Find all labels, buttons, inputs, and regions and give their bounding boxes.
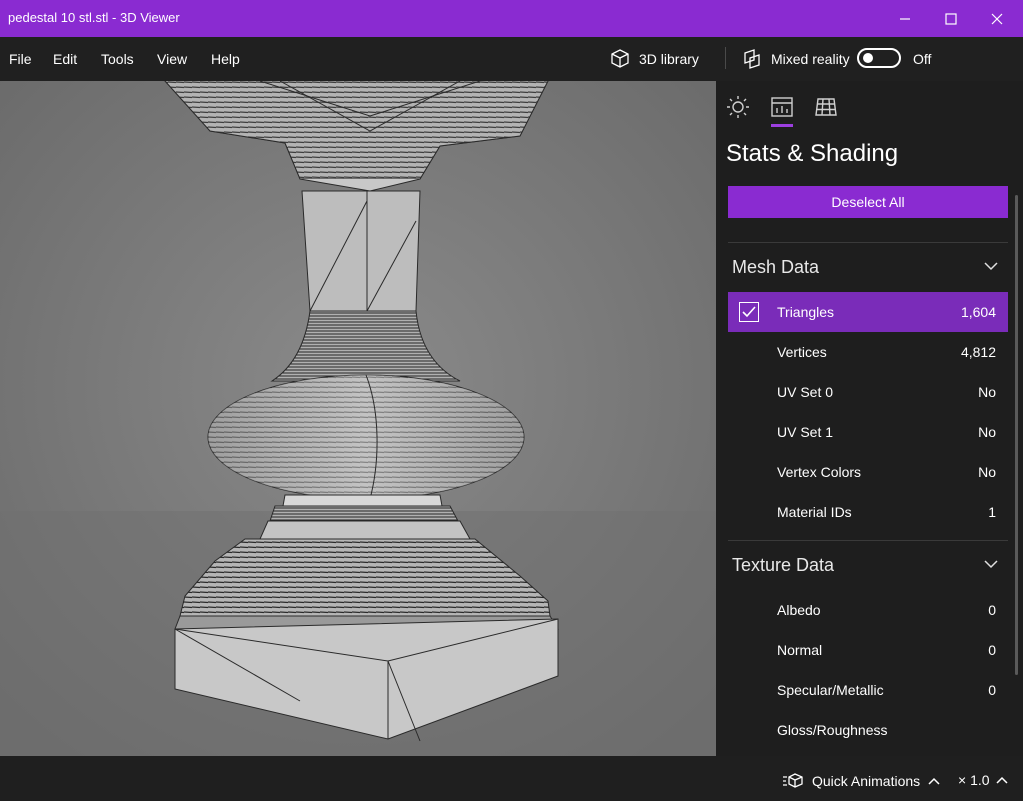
row-uv-set-1[interactable]: UV Set 1 No: [728, 412, 1008, 452]
row-normal[interactable]: Normal 0: [728, 630, 1008, 670]
menu-separator: [725, 47, 726, 69]
mixed-reality-button[interactable]: Mixed reality: [741, 45, 850, 73]
close-icon: [991, 13, 1003, 24]
row-value: 0: [988, 602, 996, 618]
menu-bar: File Edit Tools View Help 3D library Mix…: [0, 37, 1023, 81]
3d-library-label: 3D library: [639, 51, 699, 67]
animation-speed-label: × 1.0: [958, 772, 990, 788]
minimize-icon: [900, 17, 910, 20]
menu-help[interactable]: Help: [211, 51, 240, 67]
maximize-button[interactable]: [928, 0, 974, 37]
menu-view[interactable]: View: [157, 51, 187, 67]
row-value: No: [978, 464, 996, 480]
row-vertices[interactable]: Vertices 4,812: [728, 332, 1008, 372]
lighting-icon: [727, 96, 749, 118]
grid-icon: [815, 98, 837, 116]
mesh-data-title: Mesh Data: [732, 257, 820, 277]
row-triangles[interactable]: Triangles 1,604: [728, 292, 1008, 332]
tab-grid[interactable]: [814, 95, 838, 119]
toggle-state-label: Off: [913, 51, 932, 67]
triangles-checkbox[interactable]: [739, 302, 759, 322]
row-uv-set-0[interactable]: UV Set 0 No: [728, 372, 1008, 412]
cube-icon: [611, 49, 629, 68]
stats-icon: [771, 97, 793, 117]
chevron-down-icon: [984, 262, 998, 271]
section-divider: [728, 540, 1008, 541]
row-value: No: [978, 384, 996, 400]
row-name: Material IDs: [777, 504, 852, 520]
menu-tools[interactable]: Tools: [101, 51, 134, 67]
tab-lighting[interactable]: [726, 95, 750, 119]
checkmark-icon: [742, 306, 756, 318]
status-bar: Quick Animations × 1.0: [0, 756, 1023, 801]
title-bar: pedestal 10 stl.stl - 3D Viewer: [0, 0, 1023, 37]
row-value: 4,812: [960, 344, 996, 360]
window-title: pedestal 10 stl.stl - 3D Viewer: [8, 10, 180, 25]
mixed-reality-icon: [744, 49, 760, 69]
minimize-button[interactable]: [882, 0, 928, 37]
row-name: Specular/Metallic: [777, 682, 884, 698]
row-value: 1,604: [960, 304, 996, 320]
row-name: Vertices: [777, 344, 827, 360]
chevron-up-icon: [996, 776, 1008, 784]
pedestal-model: [0, 81, 716, 756]
animation-speed-button[interactable]: × 1.0: [958, 772, 1008, 788]
section-divider: [728, 242, 1008, 243]
mixed-reality-toggle[interactable]: [857, 48, 901, 68]
3d-viewport[interactable]: [0, 81, 716, 756]
close-button[interactable]: [974, 0, 1020, 37]
animation-icon: [783, 773, 803, 788]
maximize-icon: [945, 12, 957, 25]
quick-animations-button[interactable]: Quick Animations: [782, 772, 940, 790]
row-vertex-colors[interactable]: Vertex Colors No: [728, 452, 1008, 492]
stats-shading-panel: Stats & Shading Deselect All Mesh Data T…: [716, 81, 1023, 756]
3d-library-button[interactable]: 3D library: [609, 45, 699, 73]
menu-edit[interactable]: Edit: [53, 51, 77, 67]
row-name: Gloss/Roughness: [777, 722, 888, 738]
row-name: Triangles: [777, 304, 835, 320]
mixed-reality-label: Mixed reality: [771, 51, 850, 67]
quick-animations-label: Quick Animations: [812, 773, 921, 789]
row-name: Normal: [777, 642, 823, 658]
row-name: UV Set 1: [777, 424, 834, 440]
row-value: 0: [988, 682, 996, 698]
row-value: No: [978, 424, 996, 440]
panel-title: Stats & Shading: [726, 140, 899, 167]
toggle-knob: [863, 53, 873, 63]
row-albedo[interactable]: Albedo 0: [728, 590, 1008, 630]
chevron-down-icon: [984, 560, 998, 569]
row-name: UV Set 0: [777, 384, 834, 400]
deselect-all-button[interactable]: Deselect All: [728, 186, 1008, 218]
menu-file[interactable]: File: [9, 51, 32, 67]
row-gloss-roughness[interactable]: Gloss/Roughness: [728, 710, 1008, 750]
tab-stats[interactable]: [770, 95, 794, 119]
row-value: 0: [988, 642, 996, 658]
row-name: Albedo: [777, 602, 821, 618]
active-tab-indicator: [771, 124, 793, 127]
mesh-data-header[interactable]: Mesh Data: [728, 247, 1008, 287]
chevron-up-icon: [928, 777, 940, 785]
texture-data-title: Texture Data: [732, 555, 835, 575]
row-specular-metallic[interactable]: Specular/Metallic 0: [728, 670, 1008, 710]
row-value: 1: [988, 504, 996, 520]
panel-scrollbar[interactable]: [1015, 195, 1018, 675]
row-material-ids[interactable]: Material IDs 1: [728, 492, 1008, 532]
row-name: Vertex Colors: [777, 464, 862, 480]
texture-data-header[interactable]: Texture Data: [728, 545, 1008, 585]
